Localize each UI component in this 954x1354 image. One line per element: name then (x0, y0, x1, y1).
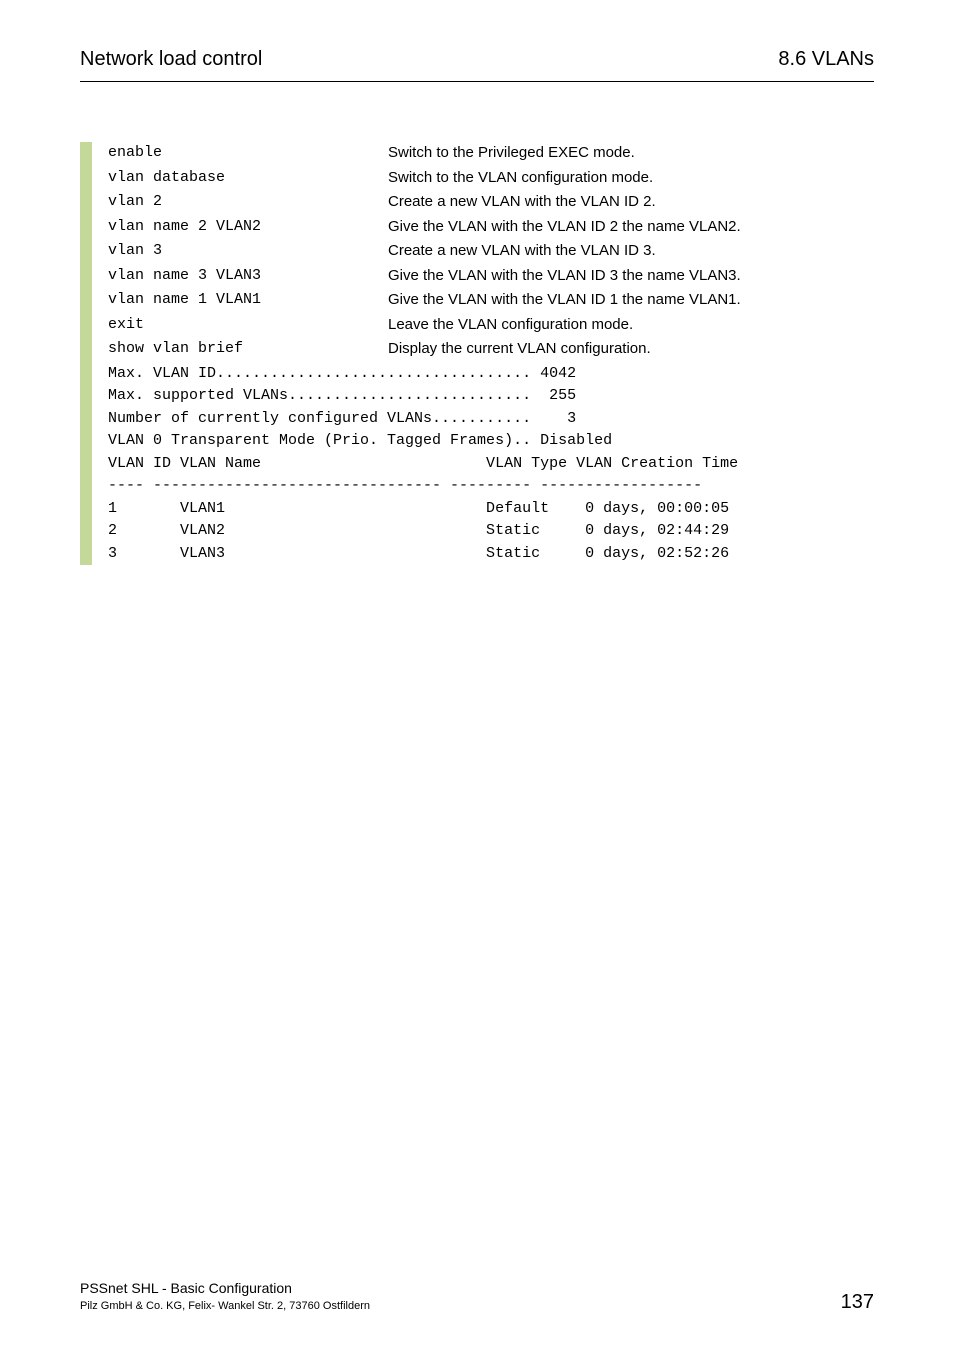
command-text: vlan 3 (108, 240, 388, 263)
command-row: vlan 3Create a new VLAN with the VLAN ID… (108, 240, 874, 263)
command-description: Give the VLAN with the VLAN ID 2 the nam… (388, 216, 874, 239)
command-row: vlan name 1 VLAN1Give the VLAN with the … (108, 289, 874, 312)
command-row: exitLeave the VLAN configuration mode. (108, 314, 874, 337)
footer-left: PSSnet SHL - Basic Configuration Pilz Gm… (80, 1279, 370, 1314)
command-description: Give the VLAN with the VLAN ID 1 the nam… (388, 289, 874, 312)
command-row: enableSwitch to the Privileged EXEC mode… (108, 142, 874, 165)
command-description: Display the current VLAN configuration. (388, 338, 874, 361)
command-text: vlan name 2 VLAN2 (108, 216, 388, 239)
command-description: Switch to the Privileged EXEC mode. (388, 142, 874, 165)
command-row: show vlan briefDisplay the current VLAN … (108, 338, 874, 361)
command-description: Give the VLAN with the VLAN ID 3 the nam… (388, 265, 874, 288)
header-right: 8.6 VLANs (778, 48, 874, 71)
footer-subtitle: Pilz GmbH & Co. KG, Felix- Wankel Str. 2… (80, 1299, 370, 1314)
command-text: enable (108, 142, 388, 165)
page-footer: PSSnet SHL - Basic Configuration Pilz Gm… (80, 1259, 874, 1314)
command-text: vlan name 1 VLAN1 (108, 289, 388, 312)
command-row: vlan name 2 VLAN2Give the VLAN with the … (108, 216, 874, 239)
cli-output: Max. VLAN ID............................… (108, 363, 874, 566)
command-table-accent-bar (80, 142, 92, 565)
command-text: vlan name 3 VLAN3 (108, 265, 388, 288)
page-number: 137 (841, 1291, 874, 1314)
command-text: vlan 2 (108, 191, 388, 214)
command-text: vlan database (108, 167, 388, 190)
content-block: enableSwitch to the Privileged EXEC mode… (80, 142, 874, 565)
command-table: enableSwitch to the Privileged EXEC mode… (108, 142, 874, 361)
header-left: Network load control (80, 48, 262, 71)
command-description: Switch to the VLAN configuration mode. (388, 167, 874, 190)
page-header: Network load control 8.6 VLANs (80, 48, 874, 82)
footer-title: PSSnet SHL - Basic Configuration (80, 1279, 370, 1299)
command-description: Create a new VLAN with the VLAN ID 2. (388, 191, 874, 214)
command-description: Create a new VLAN with the VLAN ID 3. (388, 240, 874, 263)
command-text: show vlan brief (108, 338, 388, 361)
command-row: vlan databaseSwitch to the VLAN configur… (108, 167, 874, 190)
command-row: vlan name 3 VLAN3Give the VLAN with the … (108, 265, 874, 288)
command-row: vlan 2Create a new VLAN with the VLAN ID… (108, 191, 874, 214)
command-text: exit (108, 314, 388, 337)
command-description: Leave the VLAN configuration mode. (388, 314, 874, 337)
